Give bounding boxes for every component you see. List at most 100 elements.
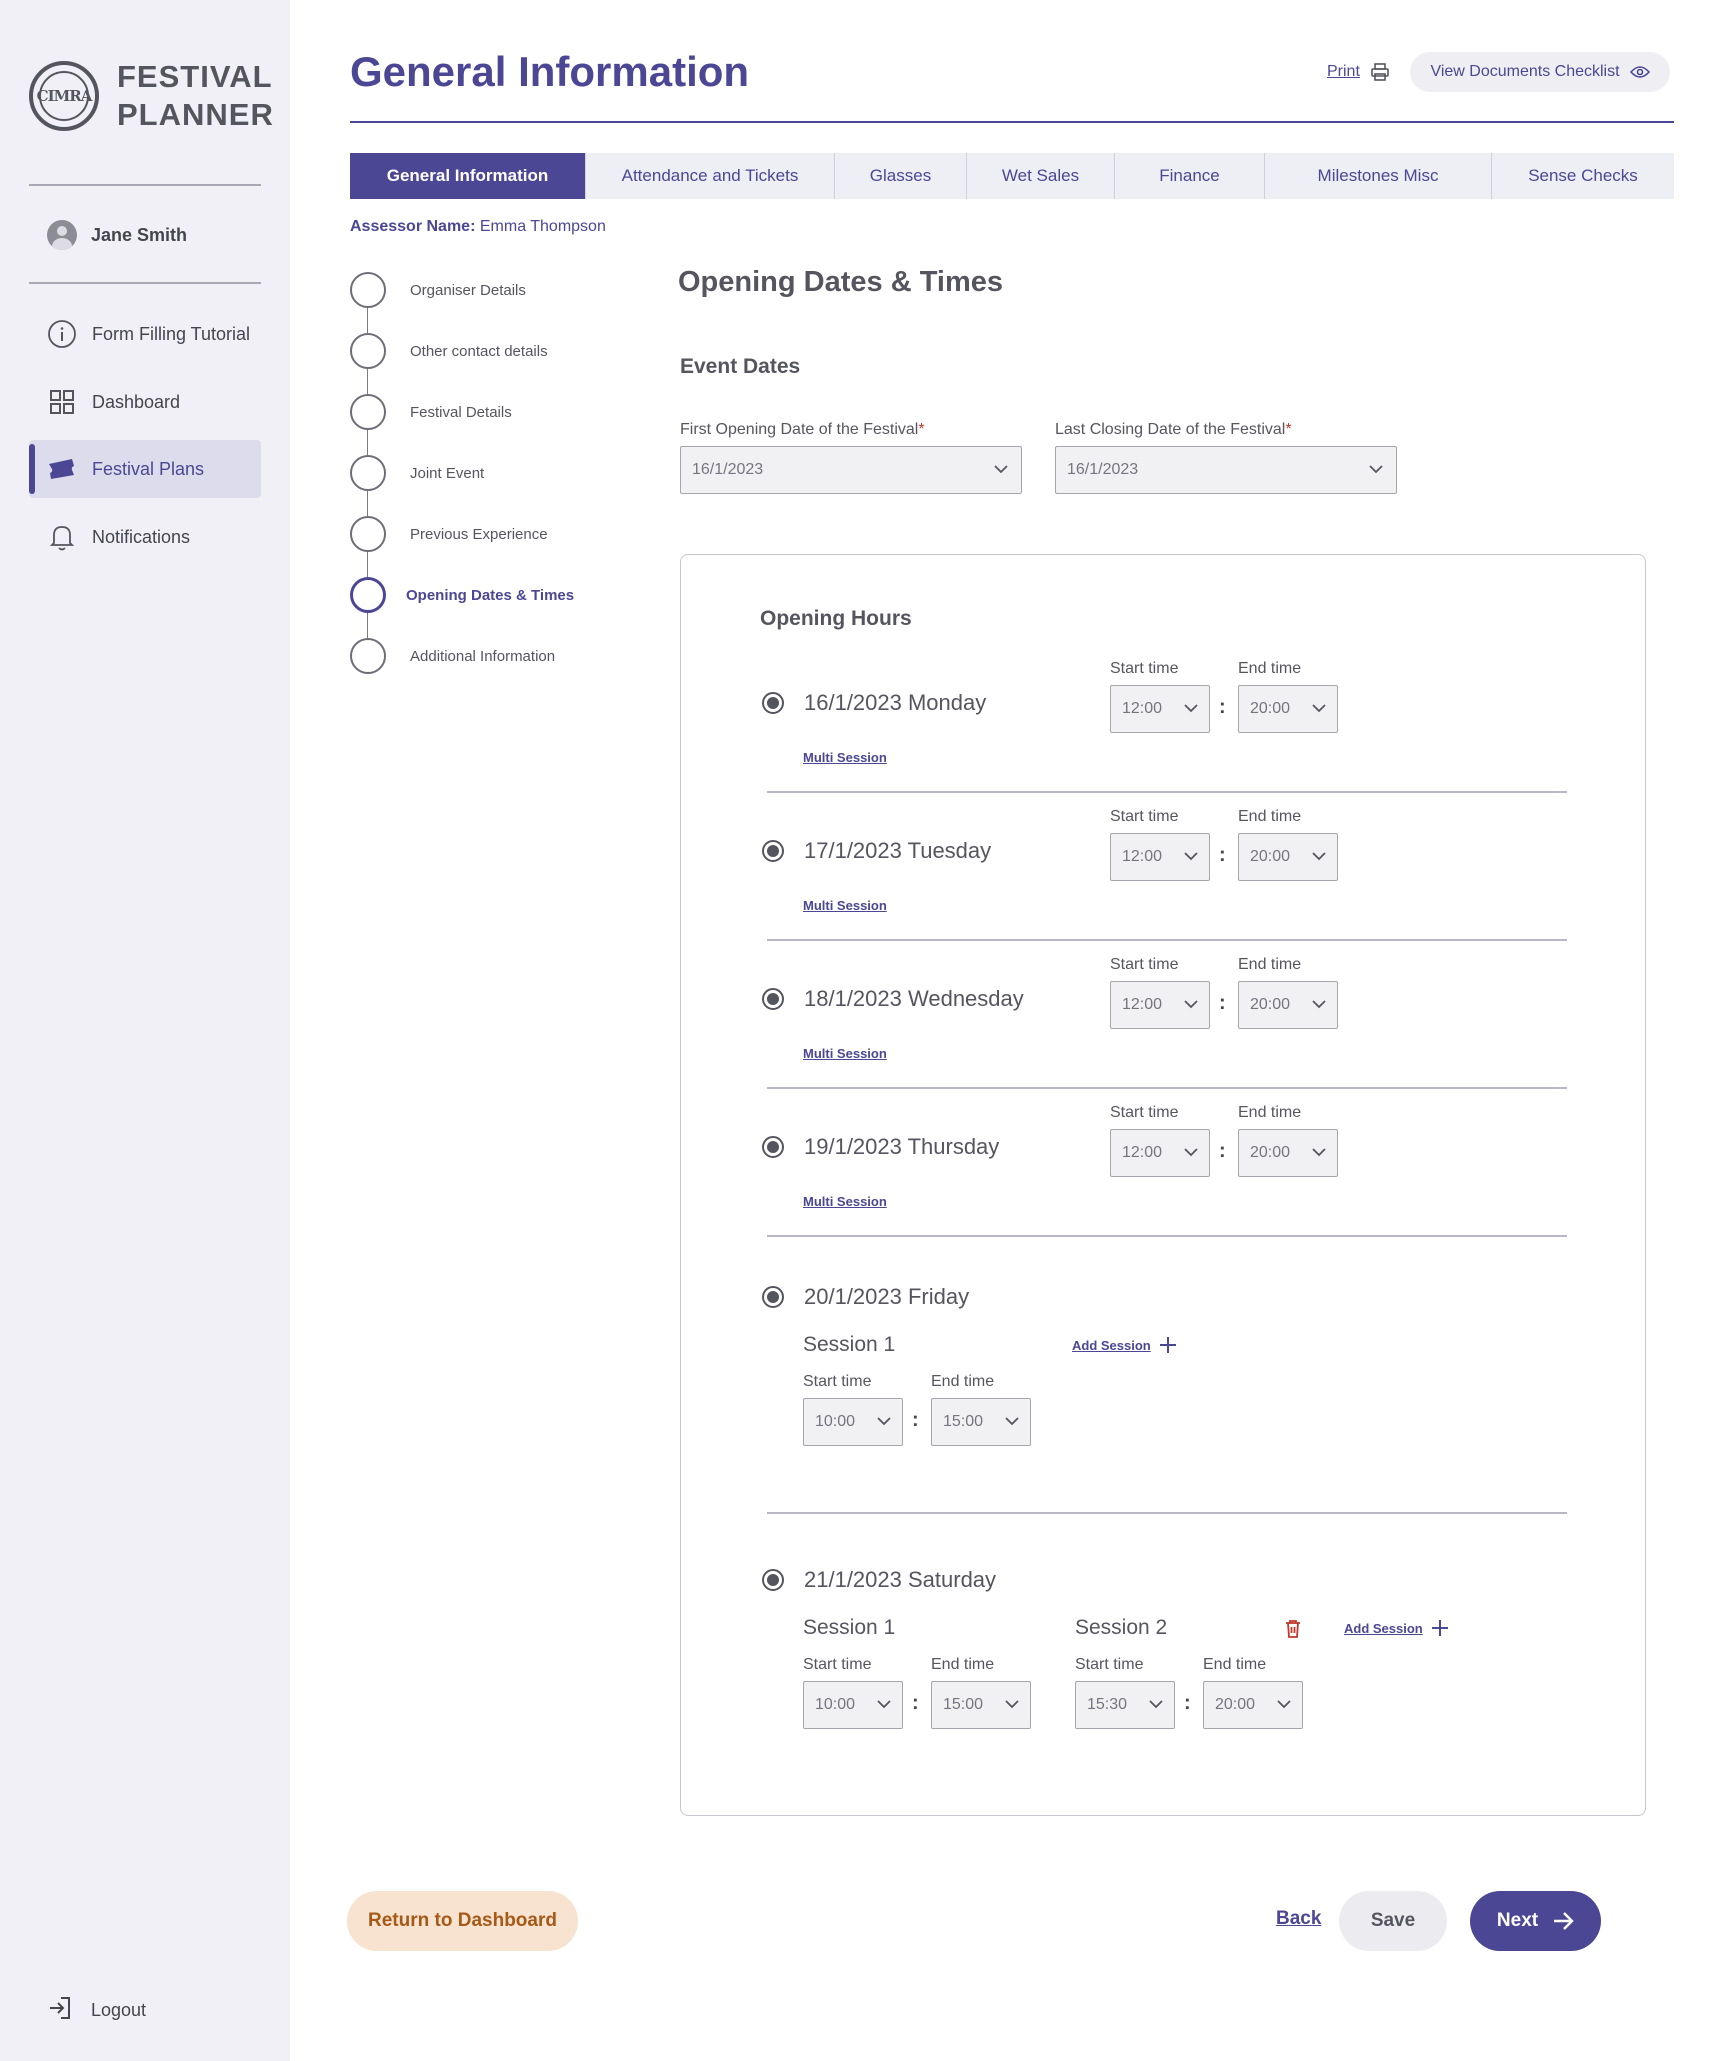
return-to-dashboard-button[interactable]: Return to Dashboard [347,1891,578,1951]
end-time-select[interactable]: 20:00 [1238,1129,1338,1177]
start-time-label: Start time [803,1373,872,1390]
day-divider [767,1512,1567,1514]
print-link[interactable]: Print [1327,62,1390,82]
day-row-tuesday[interactable]: 17/1/2023 Tuesday [762,838,991,864]
next-label: Next [1496,1910,1539,1931]
session-label: Session 1 [803,1616,896,1639]
end-time-select[interactable]: 20:00 [1203,1681,1303,1729]
tab-glasses[interactable]: Glasses [835,153,967,199]
first-opening-date-select[interactable]: 16/1/2023 [680,446,1022,494]
multi-session-link[interactable]: Multi Session [803,1046,887,1061]
day-row-wednesday[interactable]: 18/1/2023 Wednesday [762,986,1024,1012]
step-other-contact-details[interactable]: Other contact details [350,333,548,369]
sidebar-item-notifications[interactable]: Notifications [29,508,261,566]
step-circle [350,577,386,613]
day-row-thursday[interactable]: 19/1/2023 Thursday [762,1134,999,1160]
end-time-select[interactable]: 20:00 [1238,685,1338,733]
section-title: Opening Dates & Times [678,266,1003,298]
step-festival-details[interactable]: Festival Details [350,394,512,430]
tab-attendance-and-tickets[interactable]: Attendance and Tickets [586,153,835,199]
opening-hours-heading: Opening Hours [760,607,912,630]
tab-milestones-misc[interactable]: Milestones Misc [1265,153,1492,199]
logout-button[interactable]: Logout [47,1995,146,2026]
sidebar-item-festival-plans[interactable]: Festival Plans [29,440,261,498]
last-closing-date-select[interactable]: 16/1/2023 [1055,446,1397,494]
start-time-select[interactable]: 12:00 [1110,981,1210,1029]
title-divider [350,121,1674,123]
chevron-down-icon [1184,1148,1198,1157]
day-radio[interactable] [762,840,784,862]
start-time-select[interactable]: 12:00 [1110,685,1210,733]
time-separator: : [1219,696,1226,718]
day-row-saturday[interactable]: 21/1/2023 Saturday [762,1567,996,1593]
step-label: Organiser Details [410,281,526,299]
step-previous-experience[interactable]: Previous Experience [350,516,548,552]
sidebar-item-dashboard[interactable]: Dashboard [29,373,261,431]
multi-session-link[interactable]: Multi Session [803,898,887,913]
tab-sense-checks[interactable]: Sense Checks [1492,153,1674,199]
end-time-value: 15:00 [943,1413,984,1430]
tab-wet-sales[interactable]: Wet Sales [967,153,1115,199]
add-session-button[interactable]: Add Session [1072,1336,1177,1354]
end-time-select[interactable]: 15:00 [931,1681,1031,1729]
start-time-select[interactable]: 10:00 [803,1398,903,1446]
start-time-select[interactable]: 10:00 [803,1681,903,1729]
end-time-select[interactable]: 20:00 [1238,833,1338,881]
time-separator: : [1219,844,1226,866]
start-time-select[interactable]: 12:00 [1110,833,1210,881]
day-row-monday[interactable]: 16/1/2023 Monday [762,690,986,716]
logout-icon [47,1995,73,2026]
last-closing-date-label: Last Closing Date of the Festival* [1055,421,1292,439]
first-opening-date-label-text: First Opening Date of the Festival [680,421,919,438]
start-time-value: 10:00 [815,1413,856,1430]
tab-general-information[interactable]: General Information [350,153,586,199]
step-additional-information[interactable]: Additional Information [350,638,555,674]
step-organiser-details[interactable]: Organiser Details [350,272,526,308]
end-time-select[interactable]: 15:00 [931,1398,1031,1446]
day-radio[interactable] [762,692,784,714]
assessor-label: Assessor Name: [350,218,476,235]
next-button[interactable]: Next [1470,1891,1601,1951]
time-separator: : [1219,992,1226,1014]
save-button[interactable]: Save [1339,1891,1447,1951]
day-radio[interactable] [762,988,784,1010]
multi-session-link[interactable]: Multi Session [803,1194,887,1209]
day-row-friday[interactable]: 20/1/2023 Friday [762,1284,969,1310]
chevron-down-icon [1149,1700,1163,1709]
end-time-select[interactable]: 20:00 [1238,981,1338,1029]
arrow-right-icon [1554,1912,1574,1930]
start-time-value: 12:00 [1122,848,1163,865]
day-radio[interactable] [762,1286,784,1308]
start-time-label: Start time [1075,1656,1144,1673]
step-opening-dates-times[interactable]: Opening Dates & Times [350,577,574,613]
chevron-down-icon [1312,1000,1326,1009]
step-label: Additional Information [410,647,556,665]
chevron-down-icon [1184,704,1198,713]
app-logo[interactable]: CIMRA FESTIVAL PLANNER [29,58,274,134]
view-documents-checklist-button[interactable]: View Documents Checklist [1410,52,1670,92]
day-radio[interactable] [762,1569,784,1591]
day-label: 17/1/2023 Tuesday [804,838,992,863]
end-time-label: End time [931,1656,995,1673]
first-opening-date-label: First Opening Date of the Festival* [680,421,925,439]
start-time-select[interactable]: 15:30 [1075,1681,1175,1729]
end-time-value: 20:00 [1250,700,1291,717]
multi-session-link[interactable]: Multi Session [803,750,887,765]
end-time-label: End time [1238,808,1302,825]
back-button[interactable]: Back [1276,1908,1321,1930]
day-radio[interactable] [762,1136,784,1158]
add-session-button[interactable]: Add Session [1344,1619,1449,1637]
delete-session-button[interactable] [1284,1619,1302,1644]
day-divider [767,939,1567,941]
chevron-down-icon [1369,465,1383,474]
end-time-value: 20:00 [1250,996,1291,1013]
time-separator: : [912,1692,919,1714]
day-label: 20/1/2023 Friday [804,1284,970,1309]
step-joint-event[interactable]: Joint Event [350,455,484,491]
sidebar-item-label: Dashboard [92,391,181,412]
sidebar-item-form-filling-tutorial[interactable]: Form Filling Tutorial [29,305,261,363]
user-profile[interactable]: Jane Smith [47,220,187,250]
step-label: Opening Dates & Times [406,586,575,604]
start-time-select[interactable]: 12:00 [1110,1129,1210,1177]
tab-finance[interactable]: Finance [1115,153,1265,199]
